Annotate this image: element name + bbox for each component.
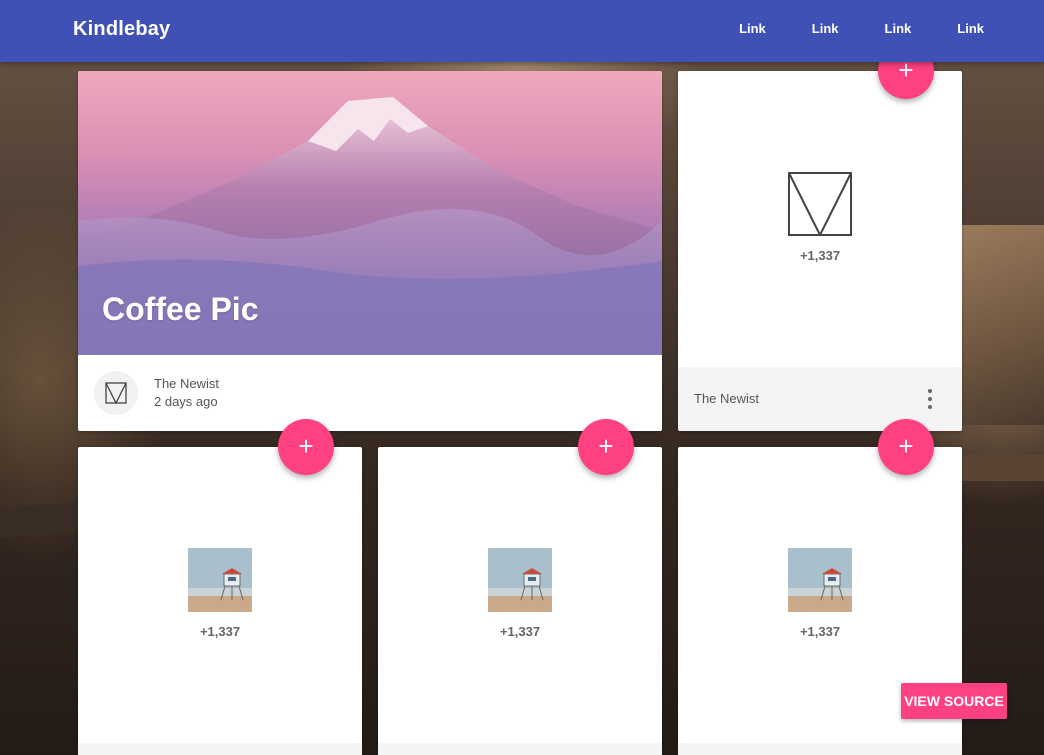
nav-link-1[interactable]: Link bbox=[739, 21, 766, 36]
small-card-footer bbox=[378, 743, 662, 755]
avatar bbox=[94, 371, 138, 415]
tall-card-footer: The Newist bbox=[678, 367, 962, 431]
nav-link-2[interactable]: Link bbox=[812, 21, 839, 36]
hero-card-footer: The Newist 2 days ago bbox=[78, 355, 662, 431]
hero-card: Coffee Pic The Newist 2 days ago bbox=[78, 71, 662, 431]
tall-card: +1,337 The Newist bbox=[678, 71, 962, 431]
add-button[interactable]: + bbox=[878, 419, 934, 475]
count-label: +1,337 bbox=[799, 624, 841, 639]
add-button[interactable]: + bbox=[278, 419, 334, 475]
lifeguard-tower-image bbox=[188, 548, 252, 612]
view-source-button[interactable]: VIEW SOURCE bbox=[901, 683, 1007, 719]
post-time: 2 days ago bbox=[154, 394, 218, 409]
small-card-footer bbox=[78, 743, 362, 755]
small-card-2: +1,337 bbox=[378, 447, 662, 755]
background-rail-left bbox=[0, 502, 80, 538]
count-label: +1,337 bbox=[799, 248, 841, 263]
nav-links: Link Link Link Link bbox=[693, 21, 984, 36]
mountain-image: Coffee Pic bbox=[78, 71, 662, 355]
nav-link-4[interactable]: Link bbox=[957, 21, 984, 36]
background-scenery bbox=[962, 225, 1044, 425]
count-label: +1,337 bbox=[199, 624, 241, 639]
add-button[interactable]: + bbox=[578, 419, 634, 475]
small-card-1: +1,337 bbox=[78, 447, 362, 755]
author-name: The Newist bbox=[154, 376, 220, 391]
count-label: +1,337 bbox=[499, 624, 541, 639]
logo-icon bbox=[105, 382, 127, 404]
nav-link-3[interactable]: Link bbox=[885, 21, 912, 36]
top-app-bar: Kindlebay Link Link Link Link bbox=[0, 0, 1044, 62]
lifeguard-tower-image bbox=[788, 548, 852, 612]
hero-title: Coffee Pic bbox=[102, 291, 259, 327]
lifeguard-tower-image bbox=[488, 548, 552, 612]
more-options-icon[interactable] bbox=[924, 387, 936, 411]
footer-label: The Newist bbox=[694, 391, 760, 406]
small-card-footer bbox=[678, 743, 962, 755]
logo-icon bbox=[788, 172, 852, 236]
brand-title[interactable]: Kindlebay bbox=[73, 18, 170, 41]
background-rail-right bbox=[962, 455, 1044, 481]
